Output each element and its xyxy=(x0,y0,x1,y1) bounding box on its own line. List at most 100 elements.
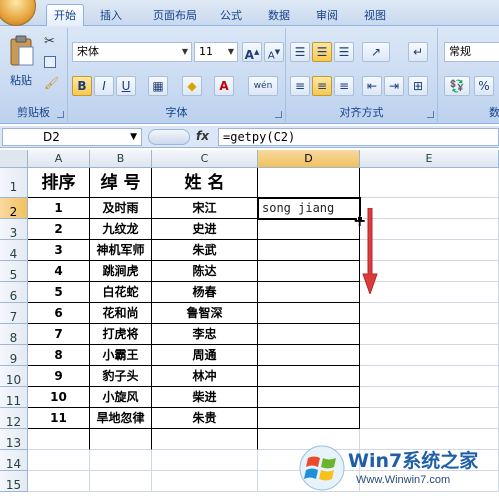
grid-cell[interactable] xyxy=(360,366,499,387)
row-header[interactable]: 4 xyxy=(0,240,28,261)
table-cell[interactable]: 九纹龙 xyxy=(90,219,152,240)
table-cell[interactable]: 2 xyxy=(28,219,90,240)
merge-center-button[interactable]: ⊞ xyxy=(408,76,428,96)
decrease-indent-button[interactable]: ⇤ xyxy=(362,76,382,96)
table-cell[interactable]: 6 xyxy=(28,303,90,324)
pinyin-cell[interactable] xyxy=(258,408,360,429)
tab-page-layout[interactable]: 页面布局 xyxy=(143,6,207,26)
wrap-text-button[interactable]: ↵ xyxy=(408,42,428,62)
row-header[interactable]: 5 xyxy=(0,261,28,282)
column-header-b[interactable]: B xyxy=(90,150,152,168)
column-header-c[interactable]: C xyxy=(152,150,258,168)
header-cell[interactable]: 绰 号 xyxy=(90,168,152,198)
cut-icon[interactable]: ✂ xyxy=(44,34,55,49)
grid-cell[interactable] xyxy=(360,303,499,324)
row-header[interactable]: 7 xyxy=(0,303,28,324)
tab-home[interactable]: 开始 xyxy=(46,4,84,27)
table-cell[interactable]: 朱武 xyxy=(152,240,258,261)
grid-cell[interactable] xyxy=(360,387,499,408)
table-cell[interactable]: 杨春 xyxy=(152,282,258,303)
paste-button[interactable]: 粘贴 xyxy=(6,32,36,92)
row-header[interactable]: 14 xyxy=(0,450,28,471)
table-cell[interactable]: 9 xyxy=(28,366,90,387)
grid-cell[interactable] xyxy=(360,261,499,282)
grid-cell[interactable] xyxy=(152,471,258,492)
header-cell[interactable]: 姓 名 xyxy=(152,168,258,198)
alignment-launcher[interactable] xyxy=(427,111,434,118)
grid-cell[interactable] xyxy=(90,450,152,471)
formula-bar-splitter[interactable] xyxy=(148,129,190,145)
table-cell[interactable]: 11 xyxy=(28,408,90,429)
grid-cell[interactable] xyxy=(28,429,90,450)
grid-cell[interactable] xyxy=(90,471,152,492)
orientation-button[interactable]: ↗ xyxy=(362,42,390,62)
table-cell[interactable]: 豹子头 xyxy=(90,366,152,387)
table-cell[interactable]: 3 xyxy=(28,240,90,261)
grid-cell[interactable] xyxy=(360,282,499,303)
currency-button[interactable]: 💱 xyxy=(444,76,470,96)
tab-view[interactable]: 视图 xyxy=(356,6,394,26)
grid-cell[interactable] xyxy=(28,450,90,471)
table-cell[interactable]: 鲁智深 xyxy=(152,303,258,324)
table-cell[interactable]: 史进 xyxy=(152,219,258,240)
bold-button[interactable]: B xyxy=(72,76,92,96)
tab-insert[interactable]: 插入 xyxy=(92,6,130,26)
pinyin-cell[interactable] xyxy=(258,261,360,282)
font-family-select[interactable]: 宋体 ▼ xyxy=(72,42,192,62)
pinyin-cell[interactable] xyxy=(258,240,360,261)
font-launcher[interactable] xyxy=(275,111,282,118)
table-cell[interactable]: 李忠 xyxy=(152,324,258,345)
table-cell[interactable]: 旱地忽律 xyxy=(90,408,152,429)
table-cell[interactable]: 8 xyxy=(28,345,90,366)
table-cell[interactable]: 10 xyxy=(28,387,90,408)
clipboard-launcher[interactable] xyxy=(57,111,64,118)
shrink-font-button[interactable]: A▼ xyxy=(264,42,284,62)
grid-cell[interactable] xyxy=(152,429,258,450)
percent-button[interactable]: % xyxy=(474,76,494,96)
align-left-button[interactable]: ≡ xyxy=(290,76,310,96)
phonetic-button[interactable]: wén xyxy=(248,76,278,96)
grid-cell[interactable] xyxy=(360,198,499,219)
grid-cell[interactable] xyxy=(28,471,90,492)
number-format-select[interactable]: 常规 xyxy=(444,42,499,62)
pinyin-cell[interactable] xyxy=(258,324,360,345)
row-header[interactable]: 6 xyxy=(0,282,28,303)
row-header[interactable]: 2 xyxy=(0,198,28,219)
table-cell[interactable]: 朱贵 xyxy=(152,408,258,429)
table-cell[interactable]: 小霸王 xyxy=(90,345,152,366)
select-all-corner[interactable] xyxy=(0,150,28,168)
header-cell[interactable]: 排序 xyxy=(28,168,90,198)
font-color-button[interactable]: A xyxy=(214,76,234,96)
font-size-select[interactable]: 11 ▼ xyxy=(194,42,238,62)
table-cell[interactable]: 花和尚 xyxy=(90,303,152,324)
align-right-button[interactable]: ≡ xyxy=(334,76,354,96)
pinyin-cell[interactable] xyxy=(258,219,360,240)
align-center-button[interactable]: ≡ xyxy=(312,76,332,96)
grid-cell[interactable] xyxy=(360,408,499,429)
office-button[interactable] xyxy=(0,0,36,26)
row-header[interactable]: 1 xyxy=(0,168,28,198)
tab-review[interactable]: 审阅 xyxy=(308,6,346,26)
column-header-d[interactable]: D xyxy=(258,150,360,168)
table-cell[interactable]: 柴进 xyxy=(152,387,258,408)
pinyin-cell[interactable] xyxy=(258,387,360,408)
table-cell[interactable]: 及时雨 xyxy=(90,198,152,219)
row-header[interactable]: 13 xyxy=(0,429,28,450)
row-header[interactable]: 10 xyxy=(0,366,28,387)
grid-cell[interactable] xyxy=(90,429,152,450)
italic-button[interactable]: I xyxy=(94,76,114,96)
copy-icon[interactable] xyxy=(44,56,56,68)
align-middle-button[interactable]: ☰ xyxy=(312,42,332,62)
format-painter-icon[interactable]: 🖌 xyxy=(44,76,59,90)
borders-button[interactable]: ▦ xyxy=(148,76,168,96)
table-cell[interactable]: 跳涧虎 xyxy=(90,261,152,282)
row-header[interactable]: 12 xyxy=(0,408,28,429)
grid-cell[interactable] xyxy=(360,240,499,261)
table-cell[interactable]: 1 xyxy=(28,198,90,219)
align-bottom-button[interactable]: ☰ xyxy=(334,42,354,62)
row-header[interactable]: 15 xyxy=(0,471,28,492)
grow-font-button[interactable]: A▲ xyxy=(242,42,262,62)
grid-cell[interactable] xyxy=(152,450,258,471)
pinyin-cell[interactable] xyxy=(258,366,360,387)
pinyin-cell[interactable]: song jiang xyxy=(258,198,360,219)
